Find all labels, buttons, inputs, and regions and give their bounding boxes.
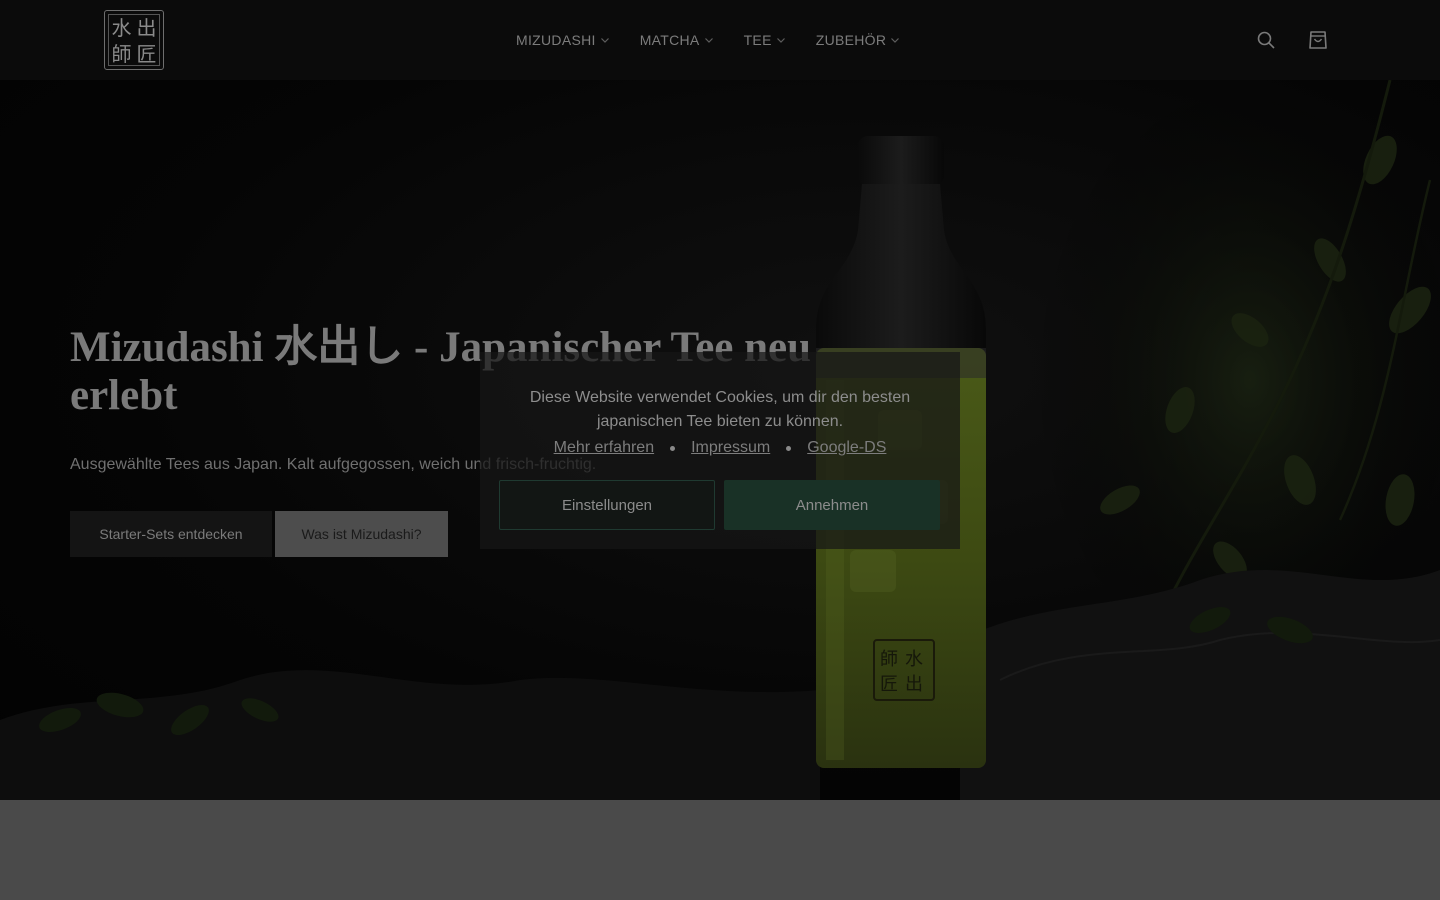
- logo[interactable]: 水 出 師 匠: [104, 10, 164, 70]
- what-is-mizudashi-button[interactable]: Was ist Mizudashi?: [275, 511, 448, 557]
- learn-more-link[interactable]: Mehr erfahren: [554, 439, 655, 457]
- logo-mark: 水 出 師 匠: [108, 14, 160, 66]
- logo-char-4: 匠: [136, 42, 157, 66]
- chevron-down-icon: [891, 38, 900, 43]
- nav-label: TEE: [743, 32, 772, 48]
- svg-text:匠: 匠: [880, 674, 898, 695]
- page-overlay-bottom: [0, 800, 1440, 900]
- cookie-links: Mehr erfahren Impressum Google-DS: [480, 439, 960, 457]
- search-icon[interactable]: [1254, 28, 1278, 52]
- chevron-down-icon: [600, 38, 609, 43]
- logo-char-2: 出: [136, 16, 157, 40]
- nav-label: MIZUDASHI: [516, 32, 596, 48]
- svg-text:師: 師: [880, 649, 898, 670]
- separator-dot: [786, 445, 792, 451]
- nav-label: ZUBEHÖR: [815, 32, 887, 48]
- cookie-text: Diese Website verwendet Cookies, um dir …: [529, 389, 911, 430]
- chevron-down-icon: [704, 38, 713, 43]
- header-actions: [1254, 28, 1330, 52]
- cookie-settings-button[interactable]: Einstellungen: [499, 480, 715, 530]
- google-privacy-link[interactable]: Google-DS: [807, 439, 886, 457]
- separator-dot: [670, 445, 676, 451]
- nav-label: MATCHA: [639, 32, 700, 48]
- nav-item-zubehoer[interactable]: ZUBEHÖR: [816, 32, 901, 48]
- imprint-link[interactable]: Impressum: [691, 439, 770, 457]
- starter-sets-button[interactable]: Starter-Sets entdecken: [70, 511, 272, 557]
- nav-item-mizudashi[interactable]: MIZUDASHI: [516, 32, 610, 48]
- nav-item-tee[interactable]: TEE: [744, 32, 786, 48]
- cookie-banner: Diese Website verwendet Cookies, um dir …: [480, 352, 960, 549]
- svg-text:出: 出: [905, 674, 923, 695]
- cookie-accept-button[interactable]: Annehmen: [724, 480, 940, 530]
- svg-text:水: 水: [905, 649, 923, 670]
- main-nav: MIZUDASHI MATCHA TEE ZUBEHÖR: [516, 0, 900, 80]
- nav-item-matcha[interactable]: MATCHA: [640, 32, 714, 48]
- site-header: 水 出 師 匠 MIZUDASHI MATCHA TEE ZUBEHÖR: [0, 0, 1440, 80]
- logo-char-1: 水: [111, 16, 132, 40]
- logo-char-3: 師: [111, 42, 132, 66]
- chevron-down-icon: [776, 38, 785, 43]
- cart-icon[interactable]: [1306, 28, 1330, 52]
